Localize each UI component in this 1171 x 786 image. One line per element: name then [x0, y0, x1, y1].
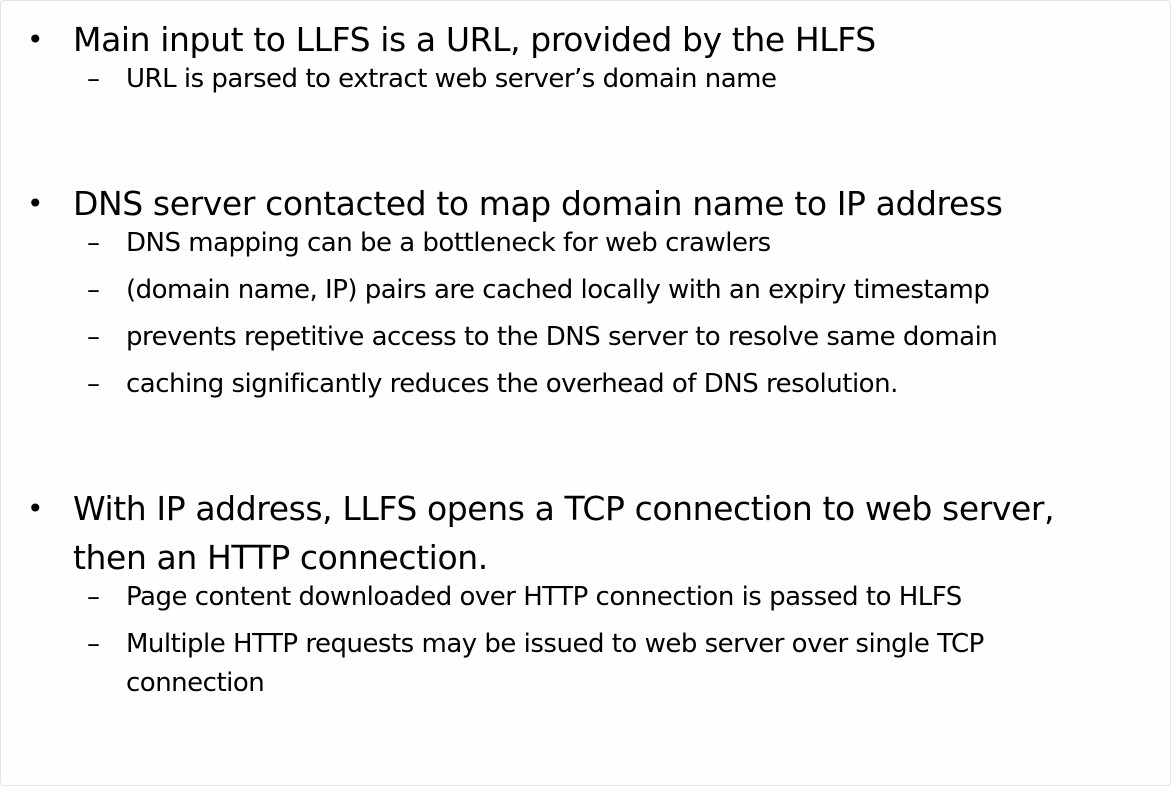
sub-bullet-item: – Multiple HTTP requests may be issued t… — [1, 625, 1066, 703]
sub-bullet-list: – Page content downloaded over HTTP conn… — [1, 578, 1170, 703]
sub-bullet-item: – (domain name, IP) pairs are cached loc… — [1, 271, 1066, 310]
bullet-marker: • — [27, 23, 44, 56]
sub-bullet-label: prevents repetitive access to the DNS se… — [126, 322, 998, 352]
bullet-item: • With IP address, LLFS opens a TCP conn… — [1, 484, 1170, 711]
bullet-item: • Main input to LLFS is a URL, provided … — [1, 15, 1170, 107]
dash-marker: – — [87, 369, 100, 399]
bullet-label: With IP address, LLFS opens a TCP connec… — [73, 489, 1055, 577]
sub-bullet-item: – Page content downloaded over HTTP conn… — [1, 578, 1066, 617]
bullet-item: • DNS server contacted to map domain nam… — [1, 179, 1170, 412]
dash-marker: – — [87, 64, 100, 94]
dash-marker: – — [87, 275, 100, 305]
dash-marker: – — [87, 582, 100, 612]
bullet-marker: • — [27, 187, 44, 220]
sub-bullet-label: Page content downloaded over HTTP connec… — [126, 582, 962, 612]
sub-bullet-item: – prevents repetitive access to the DNS … — [1, 318, 1066, 357]
bullet-marker: • — [27, 492, 44, 525]
dash-marker: – — [87, 322, 100, 352]
sub-bullet-list: – URL is parsed to extract web server’s … — [1, 60, 1170, 99]
dash-marker: – — [87, 629, 100, 659]
bullet-label: Main input to LLFS is a URL, provided by… — [73, 20, 876, 59]
bullet-label: DNS server contacted to map domain name … — [73, 184, 1003, 223]
sub-bullet-label: caching significantly reduces the overhe… — [126, 369, 898, 399]
sub-bullet-item: – DNS mapping can be a bottleneck for we… — [1, 224, 1066, 263]
sub-bullet-label: (domain name, IP) pairs are cached local… — [126, 275, 990, 305]
sub-bullet-label: Multiple HTTP requests may be issued to … — [126, 629, 984, 698]
bullet-text: • DNS server contacted to map domain nam… — [1, 179, 1093, 228]
dash-marker: – — [87, 228, 100, 258]
sub-bullet-item: – caching significantly reduces the over… — [1, 365, 1066, 404]
sub-bullet-label: DNS mapping can be a bottleneck for web … — [126, 228, 771, 258]
slide: • Main input to LLFS is a URL, provided … — [0, 0, 1171, 786]
sub-bullet-label: URL is parsed to extract web server’s do… — [126, 64, 777, 94]
bullet-text: • With IP address, LLFS opens a TCP conn… — [1, 484, 1093, 582]
bullet-text: • Main input to LLFS is a URL, provided … — [1, 15, 1093, 64]
sub-bullet-list: – DNS mapping can be a bottleneck for we… — [1, 224, 1170, 404]
sub-bullet-item: – URL is parsed to extract web server’s … — [1, 60, 1066, 99]
